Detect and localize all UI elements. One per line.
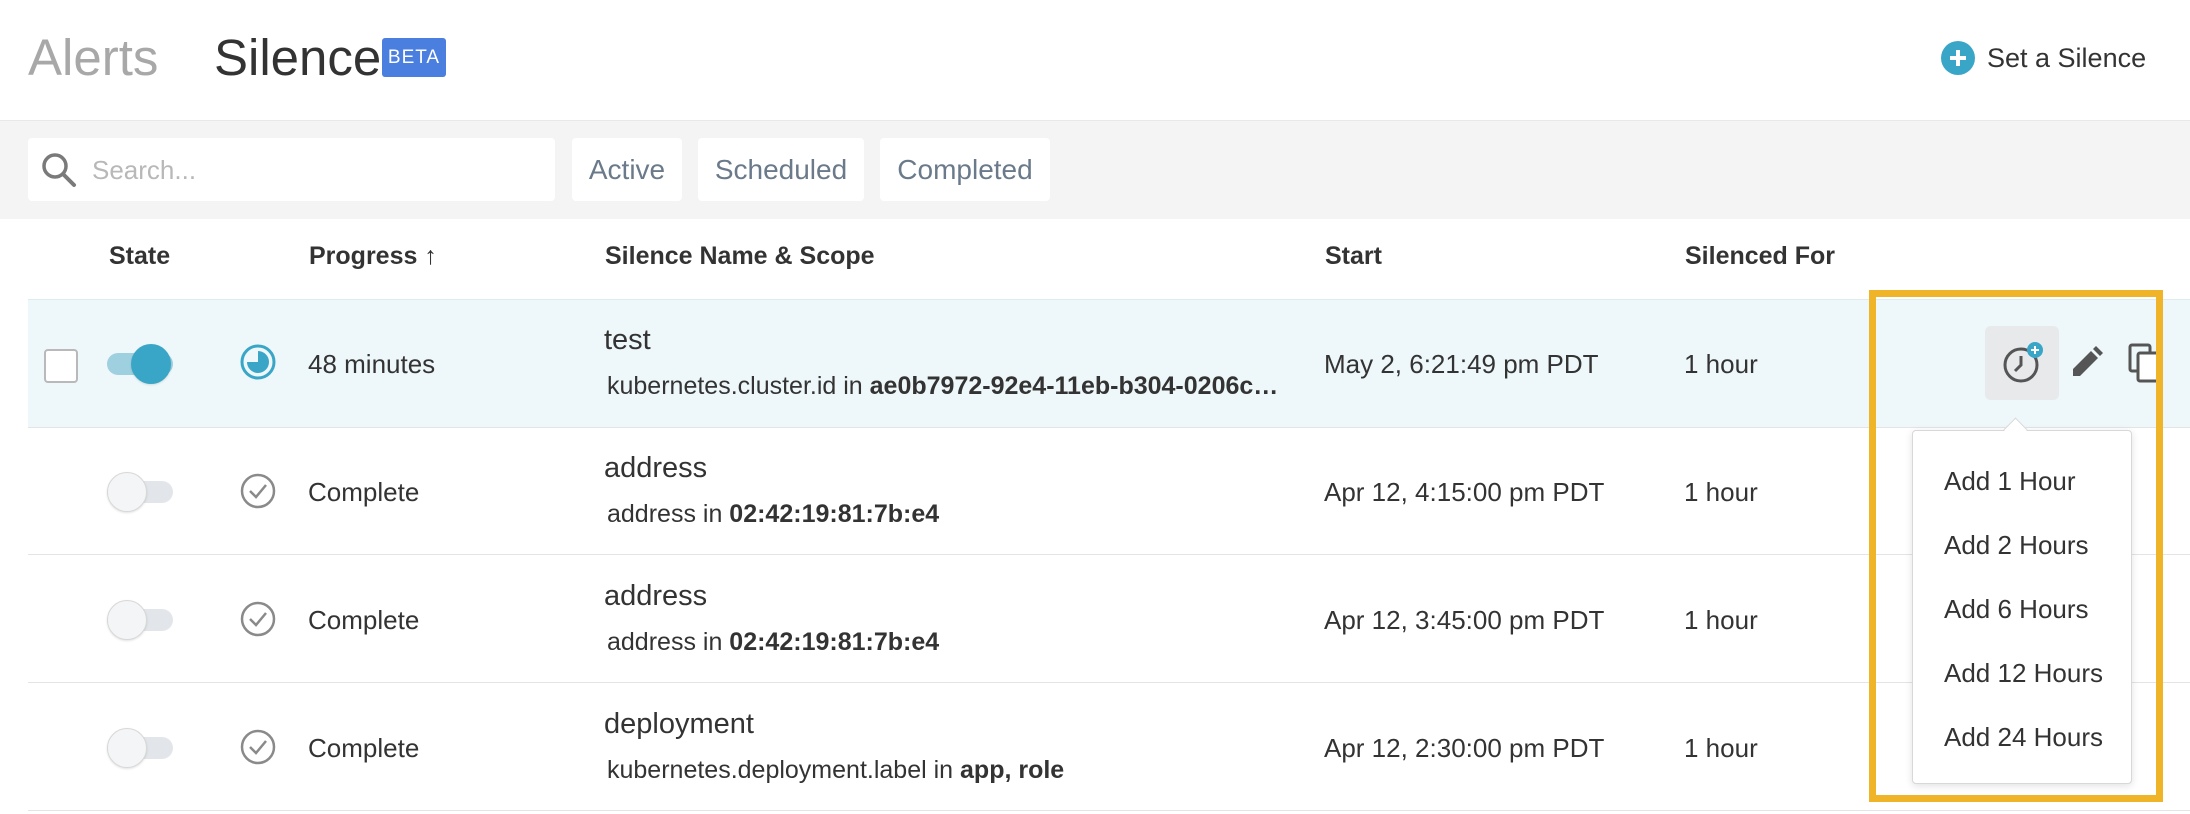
filter-completed-button[interactable]: Completed	[880, 138, 1050, 201]
start-time: Apr 12, 4:15:00 pm PDT	[1324, 477, 1605, 507]
silence-name[interactable]: test	[604, 324, 651, 357]
progress-clock-icon	[240, 344, 276, 380]
search-icon	[42, 153, 76, 187]
silence-name[interactable]: address	[604, 452, 707, 485]
silence-name[interactable]: address	[604, 580, 707, 613]
progress-text: Complete	[308, 477, 420, 507]
search-input[interactable]	[90, 138, 544, 203]
progress-text: Complete	[308, 605, 420, 635]
column-header-name-scope[interactable]: Silence Name & Scope	[605, 242, 875, 271]
set-silence-label: Set a Silence	[1987, 42, 2147, 73]
beta-badge: BETA	[382, 38, 446, 77]
column-header-progress[interactable]: Progress ↑	[309, 242, 437, 271]
check-circle-icon	[240, 473, 276, 509]
plus-circle-icon	[1941, 41, 1975, 75]
state-toggle-knob[interactable]	[107, 728, 147, 768]
column-header-start[interactable]: Start	[1325, 242, 1382, 271]
state-toggle-knob[interactable]	[131, 344, 171, 384]
highlight-box	[1869, 290, 2163, 802]
tab-silence[interactable]: Silence	[214, 28, 381, 88]
silence-scope: kubernetes.cluster.id in ae0b7972-92e4-1…	[607, 372, 1279, 400]
tab-alerts[interactable]: Alerts	[28, 28, 158, 88]
silenced-for: 1 hour	[1684, 477, 1758, 507]
state-toggle-knob[interactable]	[107, 600, 147, 640]
set-silence-button[interactable]: Set a Silence	[1941, 38, 2146, 78]
silence-scope: address in 02:42:19:81:7b:e4	[607, 500, 940, 528]
check-circle-icon	[240, 729, 276, 765]
state-toggle-knob[interactable]	[107, 472, 147, 512]
check-circle-icon	[240, 601, 276, 637]
filter-scheduled-button[interactable]: Scheduled	[698, 138, 864, 201]
progress-text: Complete	[308, 733, 420, 763]
silence-scope: address in 02:42:19:81:7b:e4	[607, 628, 940, 656]
silence-scope: kubernetes.deployment.label in app, role	[607, 756, 1065, 784]
progress-text: 48 minutes	[308, 349, 436, 379]
column-header-silenced-for[interactable]: Silenced For	[1685, 242, 1835, 271]
silenced-for: 1 hour	[1684, 349, 1758, 379]
silenced-for: 1 hour	[1684, 733, 1758, 763]
silenced-for: 1 hour	[1684, 605, 1758, 635]
row-checkbox[interactable]	[44, 349, 78, 383]
start-time: Apr 12, 2:30:00 pm PDT	[1324, 733, 1605, 763]
silence-name[interactable]: deployment	[604, 708, 754, 741]
search-box[interactable]	[28, 138, 555, 203]
start-time: May 2, 6:21:49 pm PDT	[1324, 349, 1599, 379]
start-time: Apr 12, 3:45:00 pm PDT	[1324, 605, 1605, 635]
filter-active-button[interactable]: Active	[572, 138, 682, 201]
column-header-state[interactable]: State	[109, 242, 170, 271]
